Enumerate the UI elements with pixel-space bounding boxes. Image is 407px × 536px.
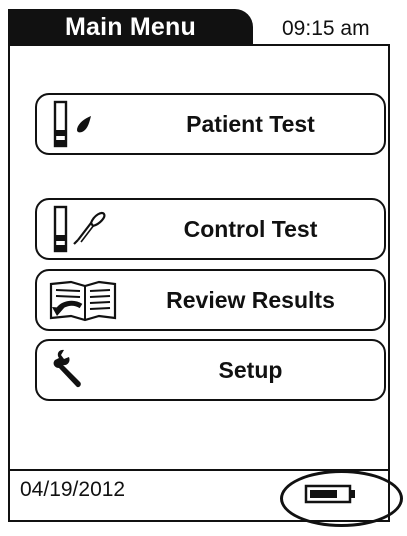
test-strip-pipette-icon [47, 205, 119, 253]
review-results-label: Review Results [166, 287, 335, 313]
control-test-button[interactable]: Control Test [35, 198, 386, 260]
clock-time: 09:15 am [282, 17, 370, 40]
patient-test-label: Patient Test [186, 111, 315, 137]
book-return-icon [47, 276, 119, 324]
wrench-icon [47, 346, 119, 394]
test-strip-drop-icon [47, 100, 119, 148]
page-title: Main Menu [8, 9, 253, 46]
setup-label: Setup [218, 357, 283, 383]
device-screen: Patient Test Control Test Review Results… [8, 44, 390, 522]
date-display: 04/19/2012 [20, 478, 126, 501]
patient-test-button[interactable]: Patient Test [35, 93, 386, 155]
control-test-label: Control Test [183, 216, 318, 242]
setup-button[interactable]: Setup [35, 339, 386, 401]
callout-circle [280, 470, 403, 527]
review-results-button[interactable]: Review Results [35, 269, 386, 331]
